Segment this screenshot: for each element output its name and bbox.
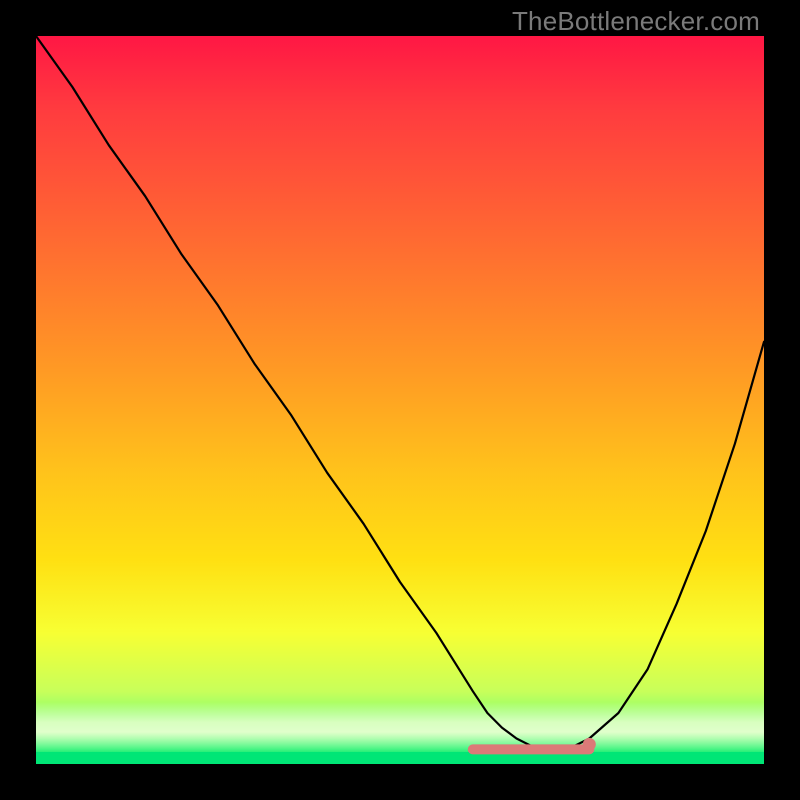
bottom-green-strip bbox=[36, 752, 764, 764]
plot-area bbox=[36, 36, 764, 764]
gradient-background bbox=[36, 36, 764, 764]
watermark-text: TheBottlenecker.com bbox=[512, 6, 760, 37]
chart-frame: TheBottlenecker.com bbox=[0, 0, 800, 800]
